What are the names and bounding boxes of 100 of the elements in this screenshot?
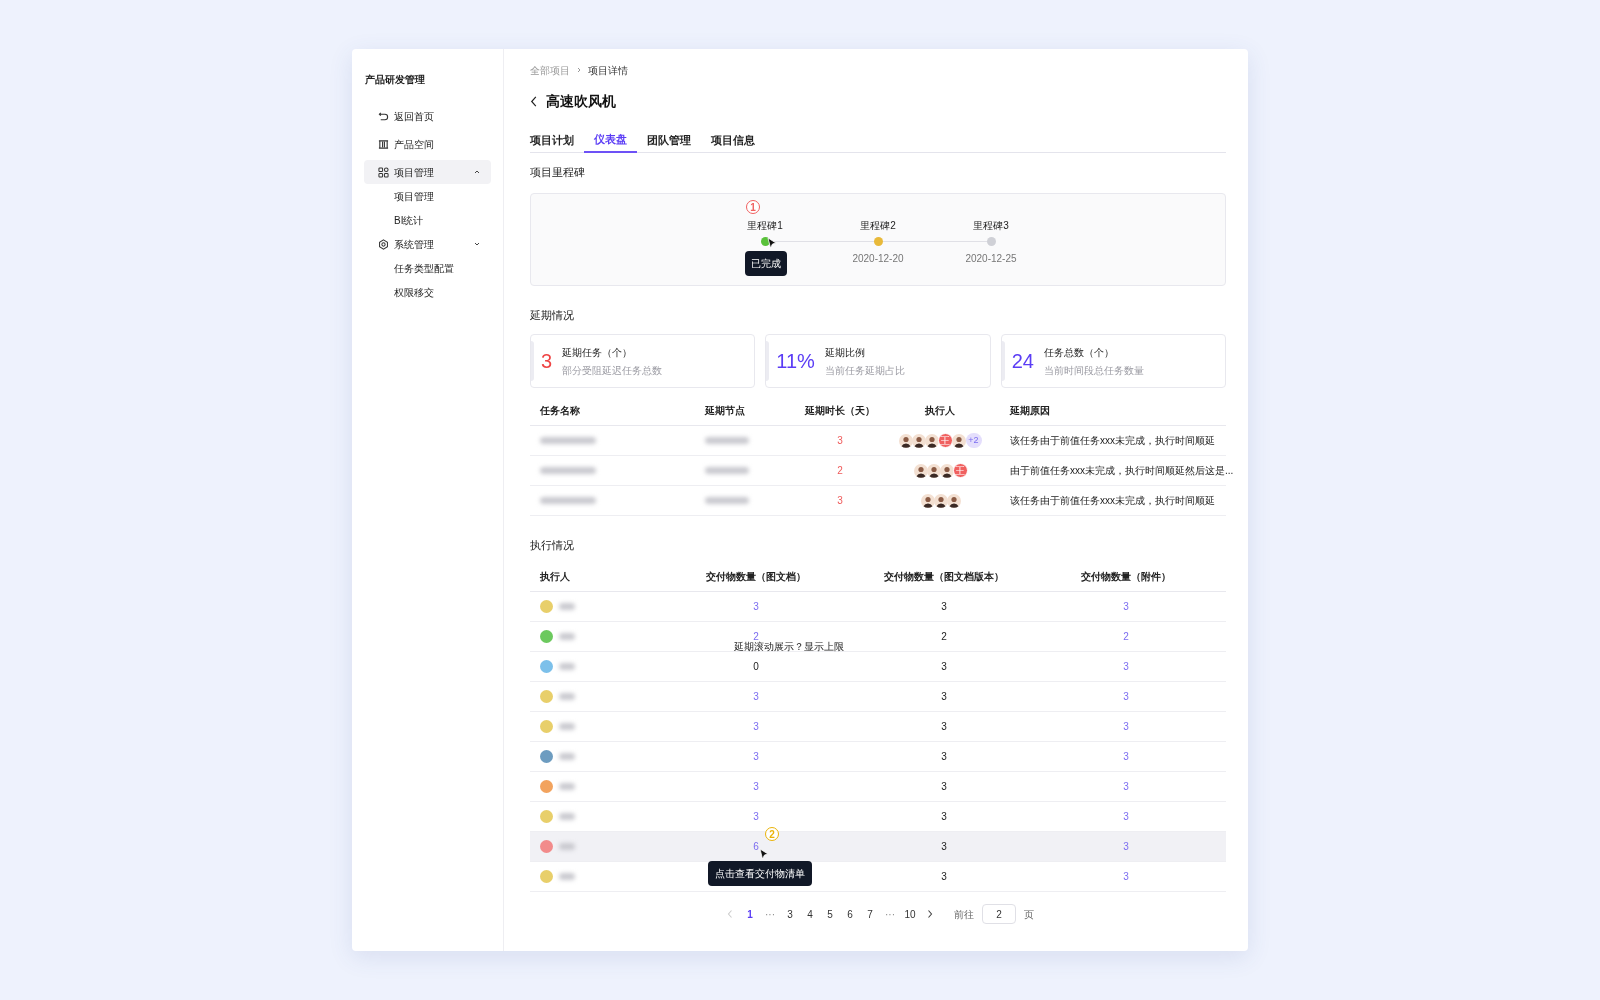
tab[interactable]: 团队管理	[637, 129, 701, 153]
count-link[interactable]: 3	[753, 689, 759, 704]
stat-label: 延期任务（个）	[562, 345, 634, 360]
count-link[interactable]: 3	[753, 749, 759, 764]
stat-hint: 部分受阻延迟任务总数	[562, 363, 663, 378]
table-cell-text: 3	[940, 750, 948, 764]
table-cell-text: 3	[940, 690, 948, 704]
avatar	[951, 433, 966, 448]
annotation-marker: 1	[746, 200, 760, 214]
breadcrumb-link[interactable]: 项目详情	[588, 62, 628, 78]
avatar	[926, 463, 941, 478]
count-link[interactable]: 3	[1026, 779, 1226, 794]
page-button[interactable]: 10	[902, 904, 918, 924]
sidebar-subitem[interactable]: BI统计	[364, 208, 491, 232]
sidebar-item[interactable]: 系统管理	[364, 232, 491, 256]
ellipsis: ···	[884, 907, 896, 922]
blurred-text	[540, 467, 596, 474]
chevron-icon	[473, 240, 481, 248]
stat-hint: 当前时间段总任务数量	[1043, 363, 1144, 378]
sidebar-subitem[interactable]: 项目管理	[364, 184, 491, 208]
table-cell-text: 3	[940, 720, 948, 734]
count-link[interactable]: 3	[753, 719, 759, 734]
column-header: 延期节点	[703, 404, 746, 418]
count-link[interactable]: 3	[1026, 809, 1226, 824]
avatar	[911, 433, 926, 448]
section-heading: 延期情况	[530, 308, 575, 323]
settings-icon	[378, 238, 389, 250]
count-link[interactable]: 2	[1026, 629, 1226, 644]
tab[interactable]: 项目计划	[530, 129, 584, 153]
stat-value: 24	[1011, 351, 1034, 371]
count-link[interactable]: 3	[1026, 689, 1226, 704]
cursor-icon	[766, 237, 777, 249]
table-cell-text: 0	[753, 660, 759, 674]
avatar: 王	[952, 463, 968, 478]
sidebar-subitem[interactable]: 任务类型配置	[364, 256, 491, 280]
page-button[interactable]: 4	[802, 904, 818, 924]
table-cell-text: 3	[940, 600, 948, 614]
avatar	[946, 493, 961, 508]
count-link[interactable]: 3	[1026, 749, 1226, 764]
columns-icon	[378, 138, 389, 150]
blurred-text	[705, 437, 749, 444]
table-cell-text: 3	[940, 870, 948, 884]
blurred-text	[540, 437, 596, 444]
page-button[interactable]: 7	[862, 904, 878, 924]
table-cell-text: 3	[836, 434, 844, 448]
count-link[interactable]: 3	[1026, 659, 1226, 674]
stat-label: 任务总数（个）	[1043, 345, 1115, 360]
goto-suffix: 页	[1024, 907, 1034, 922]
milestone-label: 里程碑3	[973, 219, 1009, 231]
table-cell-text: 3	[836, 494, 844, 508]
avatar	[898, 433, 913, 448]
column-header: 交付物数量（图文档版本）	[883, 570, 1005, 584]
table-cell-text: 3	[940, 810, 948, 824]
page-button[interactable]: 1	[742, 904, 758, 924]
annotation-note: 延期滚动展示？显示上限	[734, 641, 844, 653]
cursor-icon	[759, 848, 769, 860]
page-input[interactable]: 2	[982, 904, 1016, 924]
count-link[interactable]: 3	[1026, 869, 1226, 884]
blurred-text	[559, 783, 575, 790]
tab[interactable]: 项目信息	[701, 129, 765, 153]
count-link[interactable]: 3	[753, 809, 759, 824]
chevron-icon	[473, 168, 481, 176]
count-link[interactable]: 3	[1026, 839, 1226, 854]
page-button[interactable]: 6	[842, 904, 858, 924]
page-title: 高速吹风机	[546, 91, 616, 111]
stat-hint: 当前任务延期占比	[824, 363, 905, 378]
avatar	[920, 493, 935, 508]
table-cell-text: 该任务由于前值任务xxx未完成，执行时间顺延	[1009, 494, 1216, 508]
sidebar-item[interactable]: 项目管理	[364, 160, 491, 184]
milestone-label: 里程碑1	[747, 219, 783, 231]
blurred-text	[559, 813, 575, 820]
table-cell-text: 2	[836, 464, 844, 478]
sidebar-subitem[interactable]: 权限移交	[364, 280, 491, 304]
count-link[interactable]: 3	[1026, 719, 1226, 734]
chevron-left-icon	[726, 909, 734, 919]
column-header: 延期时长（天）	[803, 404, 876, 418]
page-button[interactable]: 5	[822, 904, 838, 924]
milestone-date: 2020-12-20	[852, 252, 904, 266]
count-link[interactable]: 3	[753, 779, 759, 794]
blurred-text	[705, 497, 749, 504]
goto-label: 前往	[954, 907, 974, 922]
table-cell-text: 该任务由于前值任务xxx未完成，执行时间顺延	[1009, 434, 1216, 448]
table-cell-text: 3	[940, 840, 948, 854]
table-cell-text: 3	[940, 660, 948, 674]
column-header: 延期原因	[1008, 404, 1051, 418]
blurred-text	[559, 843, 575, 850]
count-link[interactable]: 3	[1026, 599, 1226, 614]
column-header: 执行人	[924, 404, 956, 418]
sidebar-item[interactable]: 返回首页	[364, 104, 491, 128]
section-heading: 执行情况	[530, 538, 575, 553]
blurred-text	[559, 693, 575, 700]
count-link[interactable]: 6	[753, 839, 759, 854]
tab[interactable]: 仪表盘	[584, 129, 637, 153]
blurred-text	[705, 467, 749, 474]
page-button[interactable]: 3	[782, 904, 798, 924]
count-link[interactable]: 3	[753, 599, 759, 614]
sidebar-item[interactable]: 产品空间	[364, 132, 491, 156]
column-header: 交付物数量（图文档）	[705, 570, 807, 584]
ellipsis: ···	[764, 907, 776, 922]
blurred-text	[559, 663, 575, 670]
